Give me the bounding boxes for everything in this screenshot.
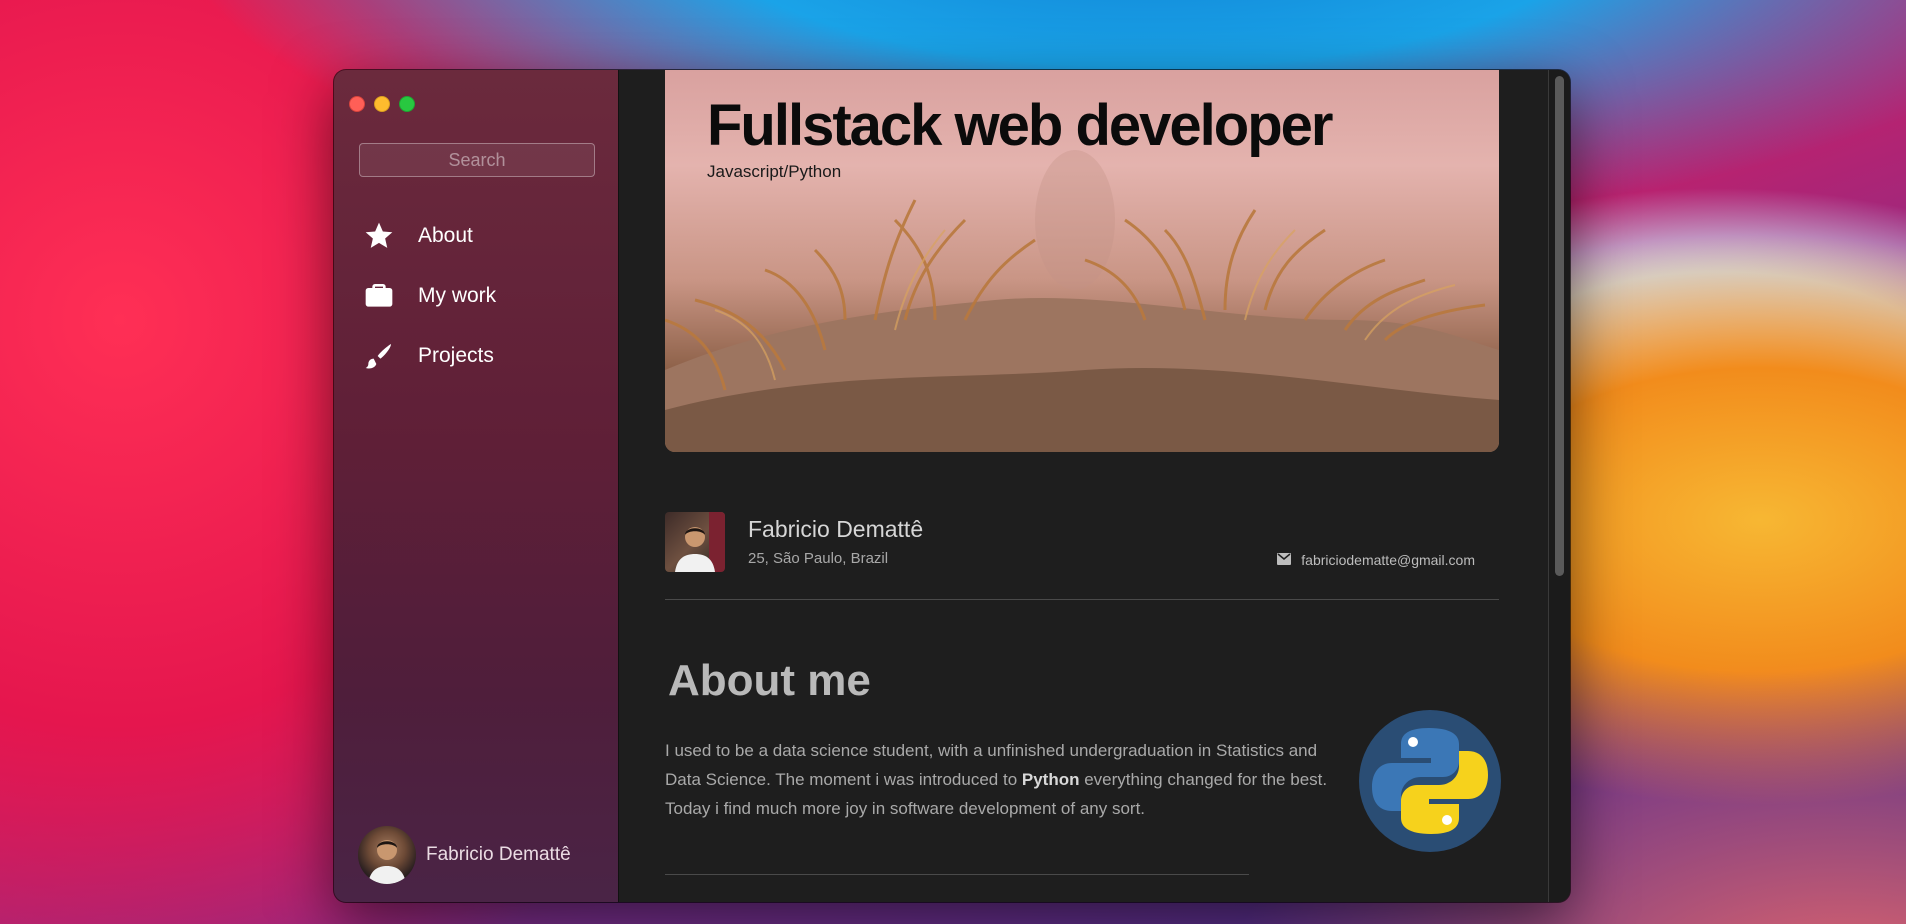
search-input[interactable]: Search <box>359 143 595 177</box>
hero-subtitle: Javascript/Python <box>707 162 842 181</box>
sidebar-nav: About My work Projects <box>362 218 496 398</box>
hero-banner: Fullstack web developer Javascript/Pytho… <box>665 70 1499 452</box>
minimize-window-button[interactable] <box>374 96 390 112</box>
sidebar-item-label: About <box>418 224 473 247</box>
sidebar-user[interactable]: Fabricio Demattê <box>358 826 571 884</box>
section-divider <box>665 874 1249 875</box>
profile-name: Fabricio Demattê <box>748 516 924 542</box>
scrollbar-thumb[interactable] <box>1555 76 1564 576</box>
sidebar-item-label: Projects <box>418 344 494 367</box>
profile-header: Fabricio Demattê 25, São Paulo, Brazil f… <box>665 512 1499 600</box>
sidebar-item-projects[interactable]: Projects <box>362 338 496 374</box>
avatar <box>665 512 725 572</box>
sidebar-item-about[interactable]: About <box>362 218 496 254</box>
mail-icon <box>1277 552 1292 568</box>
star-icon <box>362 219 396 253</box>
sidebar-item-label: My work <box>418 284 497 307</box>
close-window-button[interactable] <box>349 96 365 112</box>
avatar <box>358 826 416 884</box>
sidebar-user-name: Fabricio Demattê <box>426 844 571 865</box>
briefcase-icon <box>362 279 396 313</box>
sidebar-item-my-work[interactable]: My work <box>362 278 496 314</box>
about-text: I used to be a data science student, wit… <box>665 736 1345 823</box>
about-highlight: Python <box>1021 770 1080 789</box>
app-window: Search About My work Projects Fabricio D… <box>334 70 1570 902</box>
python-logo-icon <box>1359 710 1501 852</box>
zoom-window-button[interactable] <box>399 96 415 112</box>
profile-location: 25, São Paulo, Brazil <box>748 550 889 567</box>
paintbrush-icon <box>362 339 396 373</box>
profile-email[interactable]: fabriciodematte@gmail.com <box>1277 552 1475 568</box>
hero-title: Fullstack web developer <box>707 93 1333 158</box>
window-controls <box>349 96 415 112</box>
vertical-scrollbar[interactable] <box>1548 70 1570 902</box>
profile-email-text: fabriciodematte@gmail.com <box>1301 552 1475 568</box>
main-content: Fullstack web developer Javascript/Pytho… <box>619 70 1570 902</box>
sidebar: Search About My work Projects Fabricio D… <box>334 70 619 902</box>
about-title: About me <box>668 656 871 705</box>
